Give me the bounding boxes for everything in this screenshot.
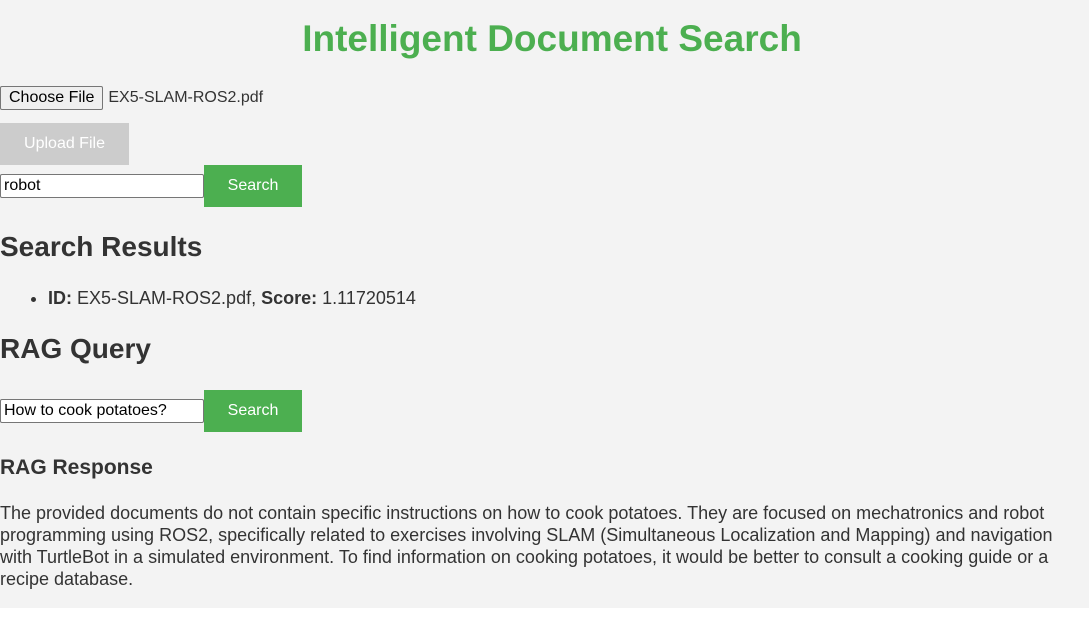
search-result-item: ID: EX5-SLAM-ROS2.pdf, Score: 1.11720514 xyxy=(48,286,416,310)
upload-file-button[interactable]: Upload File xyxy=(0,123,129,165)
choose-file-button[interactable]: Choose File xyxy=(0,86,104,110)
file-picker: Choose File EX5-SLAM-ROS2.pdf xyxy=(0,86,263,110)
rag-response-text: The provided documents do not contain sp… xyxy=(0,503,1053,589)
page-title: Intelligent Document Search xyxy=(302,18,802,59)
search-results-heading: Search Results xyxy=(0,231,203,262)
result-id-value: EX5-SLAM-ROS2.pdf, xyxy=(77,288,257,308)
result-score-label: Score: xyxy=(261,288,318,308)
rag-query-input[interactable] xyxy=(0,399,204,423)
rag-query-heading: RAG Query xyxy=(0,333,151,364)
search-form: Search xyxy=(0,165,302,207)
search-input[interactable] xyxy=(0,174,204,198)
rag-search-button[interactable]: Search xyxy=(204,390,302,432)
rag-query-form: Search xyxy=(0,390,302,432)
search-button[interactable]: Search xyxy=(204,165,302,207)
result-score-value: 1.11720514 xyxy=(322,288,416,308)
search-results-list: ID: EX5-SLAM-ROS2.pdf, Score: 1.11720514 xyxy=(0,286,416,310)
result-id-label: ID: xyxy=(48,288,72,308)
selected-file-name: EX5-SLAM-ROS2.pdf xyxy=(108,89,264,106)
rag-response-heading: RAG Response xyxy=(0,456,153,479)
app-page: Intelligent Document Search Choose File … xyxy=(0,0,1089,608)
